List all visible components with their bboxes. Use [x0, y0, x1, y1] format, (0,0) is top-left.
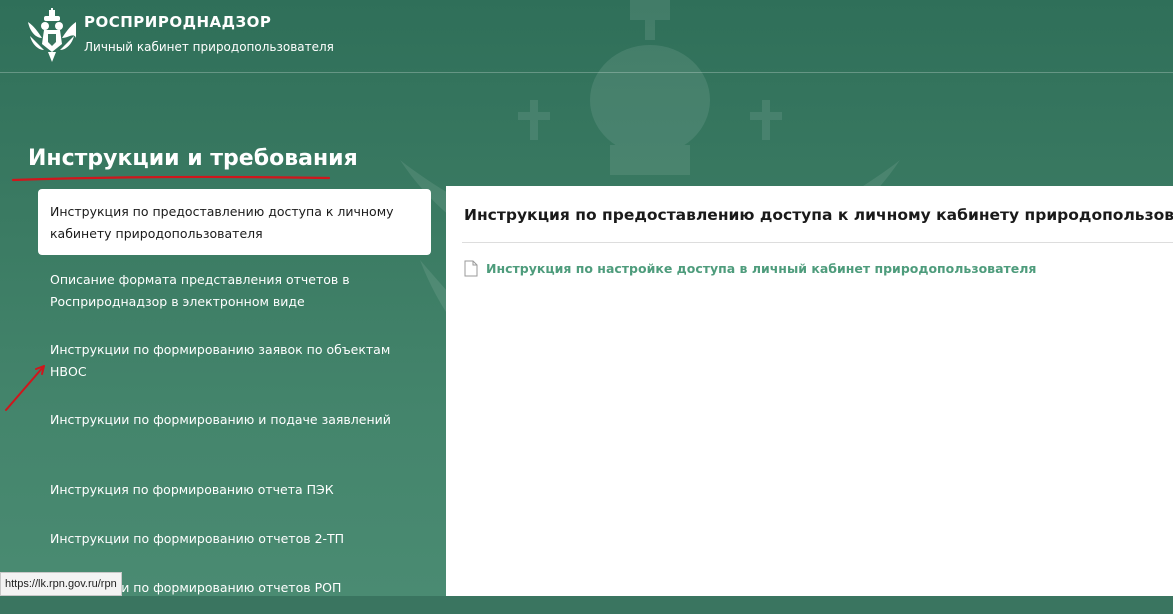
menu-item-nvos-applications[interactable]: Инструкции по формированию заявок по объ…	[38, 327, 431, 395]
menu-item-pek-report[interactable]: Инструкция по формированию отчета ПЭК	[38, 467, 431, 514]
menu-item-report-format[interactable]: Описание формата представления отчетов в…	[38, 257, 431, 325]
document-icon	[464, 260, 478, 277]
browser-status-bar-url: https://lk.rpn.gov.ru/rpn	[0, 572, 122, 596]
menu-item-statements[interactable]: Инструкции по формированию и подаче заяв…	[38, 397, 431, 465]
menu-item-access-instruction[interactable]: Инструкция по предоставлению доступа к л…	[38, 189, 431, 255]
page-title: Инструкции и требования	[28, 146, 358, 171]
menu-item-label: Инструкция по предоставлению доступа к л…	[50, 204, 394, 241]
organization-subtitle: Личный кабинет природопользователя	[84, 40, 334, 54]
content-divider	[462, 242, 1173, 243]
content-panel: Инструкция по предоставлению доступа к л…	[446, 186, 1173, 596]
menu-item-2tp-reports[interactable]: Инструкции по формированию отчетов 2-ТП	[38, 516, 431, 563]
menu-item-label: Инструкции по формированию и подаче заяв…	[50, 412, 391, 427]
red-arrow-annotation	[5, 365, 45, 411]
document-link[interactable]: Инструкция по настройке доступа в личный…	[464, 260, 1036, 277]
document-link-label[interactable]: Инструкция по настройке доступа в личный…	[486, 261, 1036, 276]
content-title: Инструкция по предоставлению доступа к л…	[464, 206, 1173, 224]
instructions-sidebar-menu: Инструкция по предоставлению доступа к л…	[38, 189, 431, 614]
site-header: РОСПРИРОДНАДЗОР Личный кабинет природопо…	[0, 0, 1173, 73]
organization-name: РОСПРИРОДНАДЗОР	[84, 13, 272, 31]
eagle-emblem-logo[interactable]	[24, 8, 80, 64]
menu-item-label: Инструкции по формированию отчетов 2-ТП	[50, 531, 345, 546]
menu-item-label: Инструкции по формированию заявок по объ…	[50, 342, 391, 379]
menu-item-label: Описание формата представления отчетов в…	[50, 272, 350, 309]
menu-item-label: Инструкция по формированию отчета ПЭК	[50, 482, 334, 497]
red-underline-annotation	[12, 175, 330, 182]
